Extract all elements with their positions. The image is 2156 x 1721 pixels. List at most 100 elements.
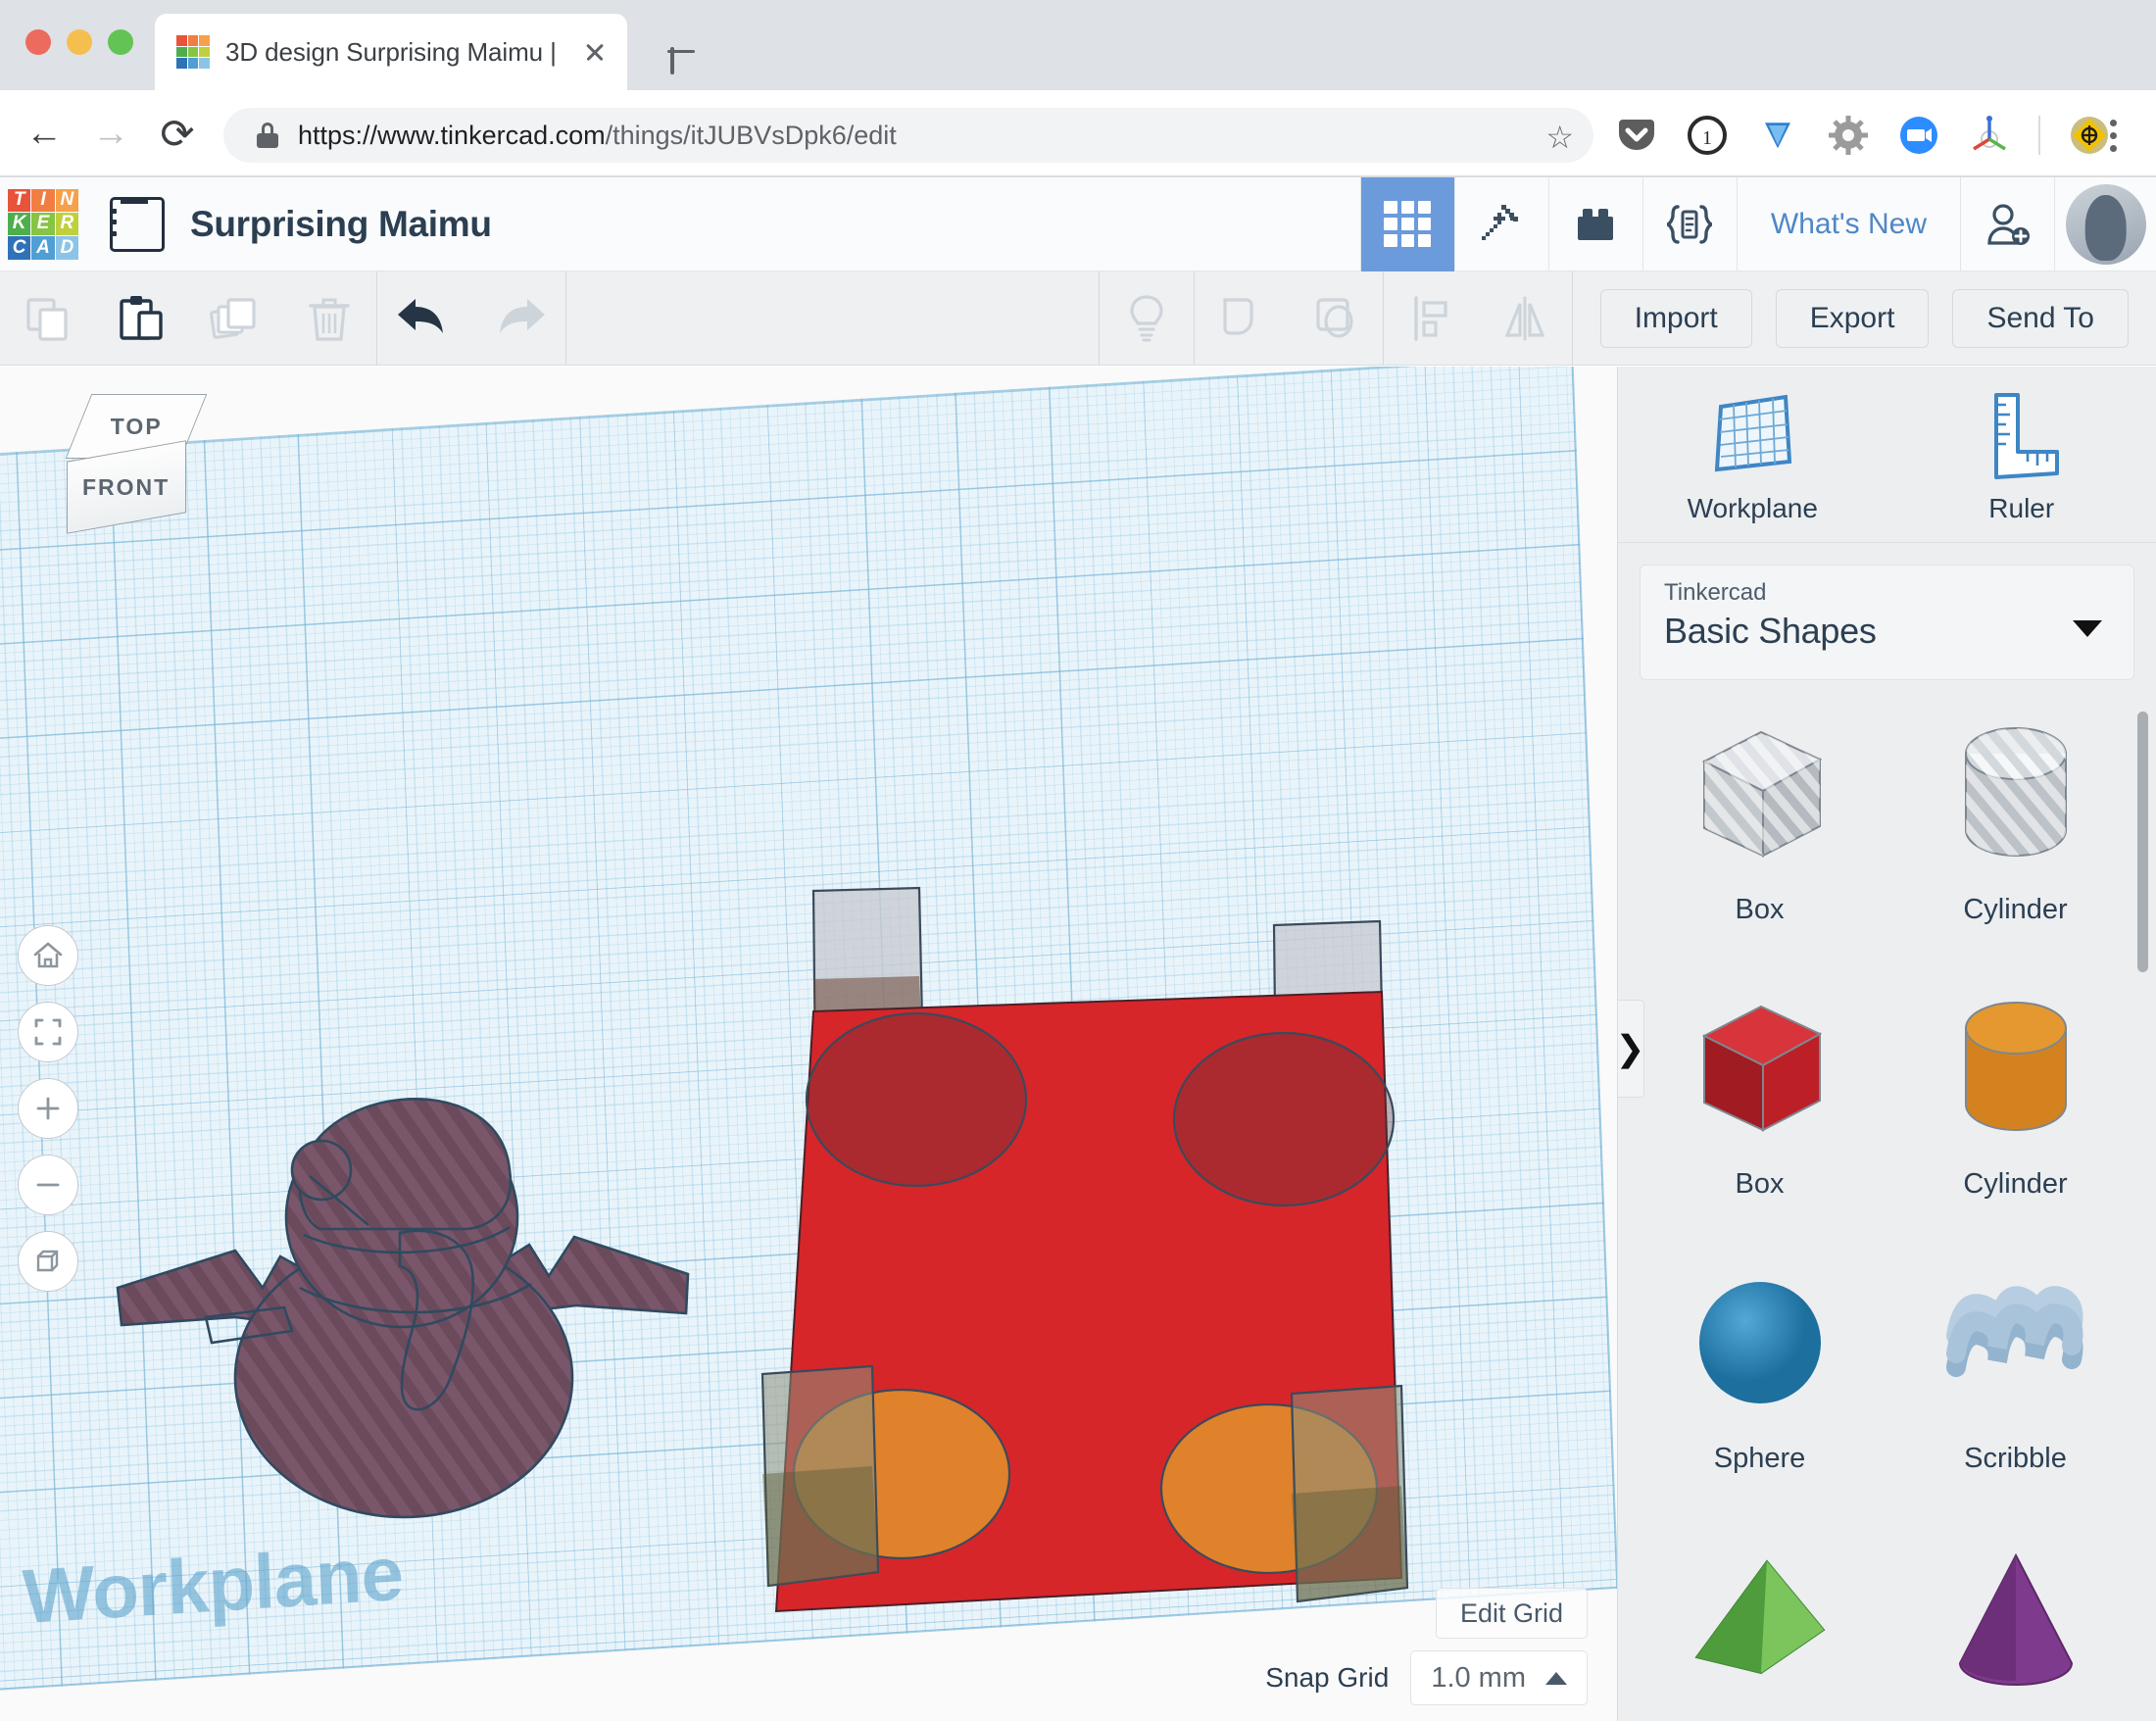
shape-item-roof-6[interactable]: Roof [1632,1521,1887,1721]
logo-tile-i: I [31,188,55,212]
kebab-menu-icon[interactable] [2091,114,2134,157]
close-tab-icon[interactable] [578,35,612,69]
undo-button[interactable] [377,271,471,366]
library-owner: Tinkercad [1664,579,1767,606]
shape-library-picker[interactable]: Tinkercad Basic Shapes [1640,565,2134,680]
export-button[interactable]: Export [1775,288,1930,348]
3d-design-mode-tab[interactable] [1359,176,1454,271]
minimize-window-button[interactable] [67,29,92,55]
chevron-down-icon [2073,620,2102,637]
new-tab-button[interactable] [659,29,704,74]
copy-button[interactable] [0,271,94,366]
zoom-out-button[interactable] [18,1155,78,1215]
roof-icon [1677,1521,1843,1713]
blocks-mode-tab[interactable] [1547,176,1642,271]
shape-label: Scribble [1964,1443,2067,1474]
logo-tile-e [187,46,199,58]
cone-icon [1933,1521,2099,1713]
snap-grid-label: Snap Grid [1265,1662,1390,1693]
logo-tile-i [187,35,199,46]
zoom-in-button[interactable] [18,1078,78,1139]
browser-tab-title: 3D design Surprising Maimu | T [225,36,563,67]
shapes-grid: Box Cylinder Box Cylinder Sphere Scribble Roof… [1618,680,2156,1721]
logo-tile-t [176,35,187,46]
panel-scrollbar[interactable] [2137,712,2148,972]
shape-item-box-0[interactable]: Box [1632,698,1887,972]
add-person-icon[interactable] [1960,176,2054,271]
page-title[interactable]: Surprising Maimu [190,204,492,245]
shape-item-cone-7[interactable]: Cone [1887,1521,2143,1721]
snap-grid-select[interactable]: 1.0 mm [1410,1650,1588,1705]
edit-grid-button[interactable]: Edit Grid [1435,1588,1588,1639]
clipboard-paste-icon [120,295,163,340]
code-braces-icon [1667,204,1713,244]
shape-item-scribble-5[interactable]: Scribble [1887,1247,2143,1521]
close-window-button[interactable] [25,29,51,55]
duplicate-button[interactable] [188,271,282,366]
info-circle-extension-icon[interactable]: 1 [1686,114,1729,157]
delete-button[interactable] [282,271,376,366]
mirror-icon [1504,296,1545,340]
browser-extensions: 1 [1615,108,2111,163]
view-cube-front-label: FRONT [82,473,171,500]
logo-tile-a [187,58,199,69]
home-view-button[interactable] [18,925,78,986]
browser-window: 3D design Surprising Maimu | T https://w… [0,0,2156,1721]
mirror-button[interactable] [1478,271,1572,366]
toolbar-divider [565,270,566,366]
shape-item-sphere-4[interactable]: Sphere [1632,1247,1887,1521]
codeblocks-mode-tab[interactable] [1642,176,1737,271]
pocket-extension-icon[interactable] [1615,114,1658,157]
align-icon [1414,295,1447,341]
projects-list-icon[interactable] [110,196,165,252]
fit-to-view-button[interactable] [18,1002,78,1062]
url-path: /things/itJUBVsDpk6/edit [605,120,897,150]
copy-icon [26,297,68,341]
ruler-tool-label: Ruler [1988,492,2055,523]
v-shape-extension-icon[interactable] [1756,114,1799,157]
align-button[interactable] [1384,271,1478,366]
minecraft-mode-tab[interactable] [1453,176,1548,271]
maximize-window-button[interactable] [108,29,133,55]
browser-tab[interactable]: 3D design Surprising Maimu | T [155,14,627,90]
gear-extension-icon[interactable] [1827,114,1870,157]
shape-label: Box [1735,1168,1785,1200]
svg-text:1: 1 [1702,127,1712,149]
paste-button[interactable] [94,271,188,366]
ruler-tool[interactable]: Ruler [1887,367,2156,542]
duplicate-icon [210,297,256,339]
shape-item-cylinder-3[interactable]: Cylinder [1887,972,2143,1247]
axis-tripod-extension-icon[interactable] [1968,114,2011,157]
forward-arrow-icon[interactable] [88,111,133,156]
light-button[interactable] [1100,271,1194,366]
group-button[interactable] [1195,271,1289,366]
snowman-model[interactable] [88,994,715,1523]
3d-viewport[interactable]: Workplane TOP FRONT Edit Grid Snap Grid … [0,367,1617,1721]
address-bar[interactable]: https://www.tinkercad.com/things/itJUBVs… [223,108,1593,163]
reload-icon[interactable] [155,111,200,156]
ungroup-button[interactable] [1289,271,1383,366]
back-arrow-icon[interactable] [22,111,67,156]
whats-new-link[interactable]: What's New [1736,176,1960,271]
view-cube[interactable]: TOP FRONT [61,394,208,534]
projection-toggle-button[interactable] [18,1231,78,1292]
shapes-panel: Workplane Ruler ❯ Tinkercad Basic Shapes… [1617,367,2156,1721]
logo-tile-e: E [31,212,55,236]
redo-button[interactable] [471,271,565,366]
hole-box-bottom-left [760,1364,880,1588]
red-box-assembly[interactable] [755,886,1441,1660]
shape-item-box-2[interactable]: Box [1632,972,1887,1247]
shape-item-cylinder-1[interactable]: Cylinder [1887,698,2143,972]
tinkercad-logo-icon[interactable]: TINKERCAD [8,188,78,260]
send-to-button[interactable]: Send To [1952,288,2129,348]
zoom-video-extension-icon[interactable] [1897,114,1940,157]
star-icon[interactable]: ☆ [1545,119,1574,156]
workplane-tool[interactable]: Workplane [1618,367,1887,542]
logo-tile-d [199,58,210,69]
scribble-icon [1933,1247,2099,1439]
import-button[interactable]: Import [1599,288,1752,348]
minus-icon [36,1183,60,1187]
solid-box-icon [1677,972,1843,1164]
user-avatar[interactable] [2054,176,2156,271]
plus-icon [36,1097,60,1120]
